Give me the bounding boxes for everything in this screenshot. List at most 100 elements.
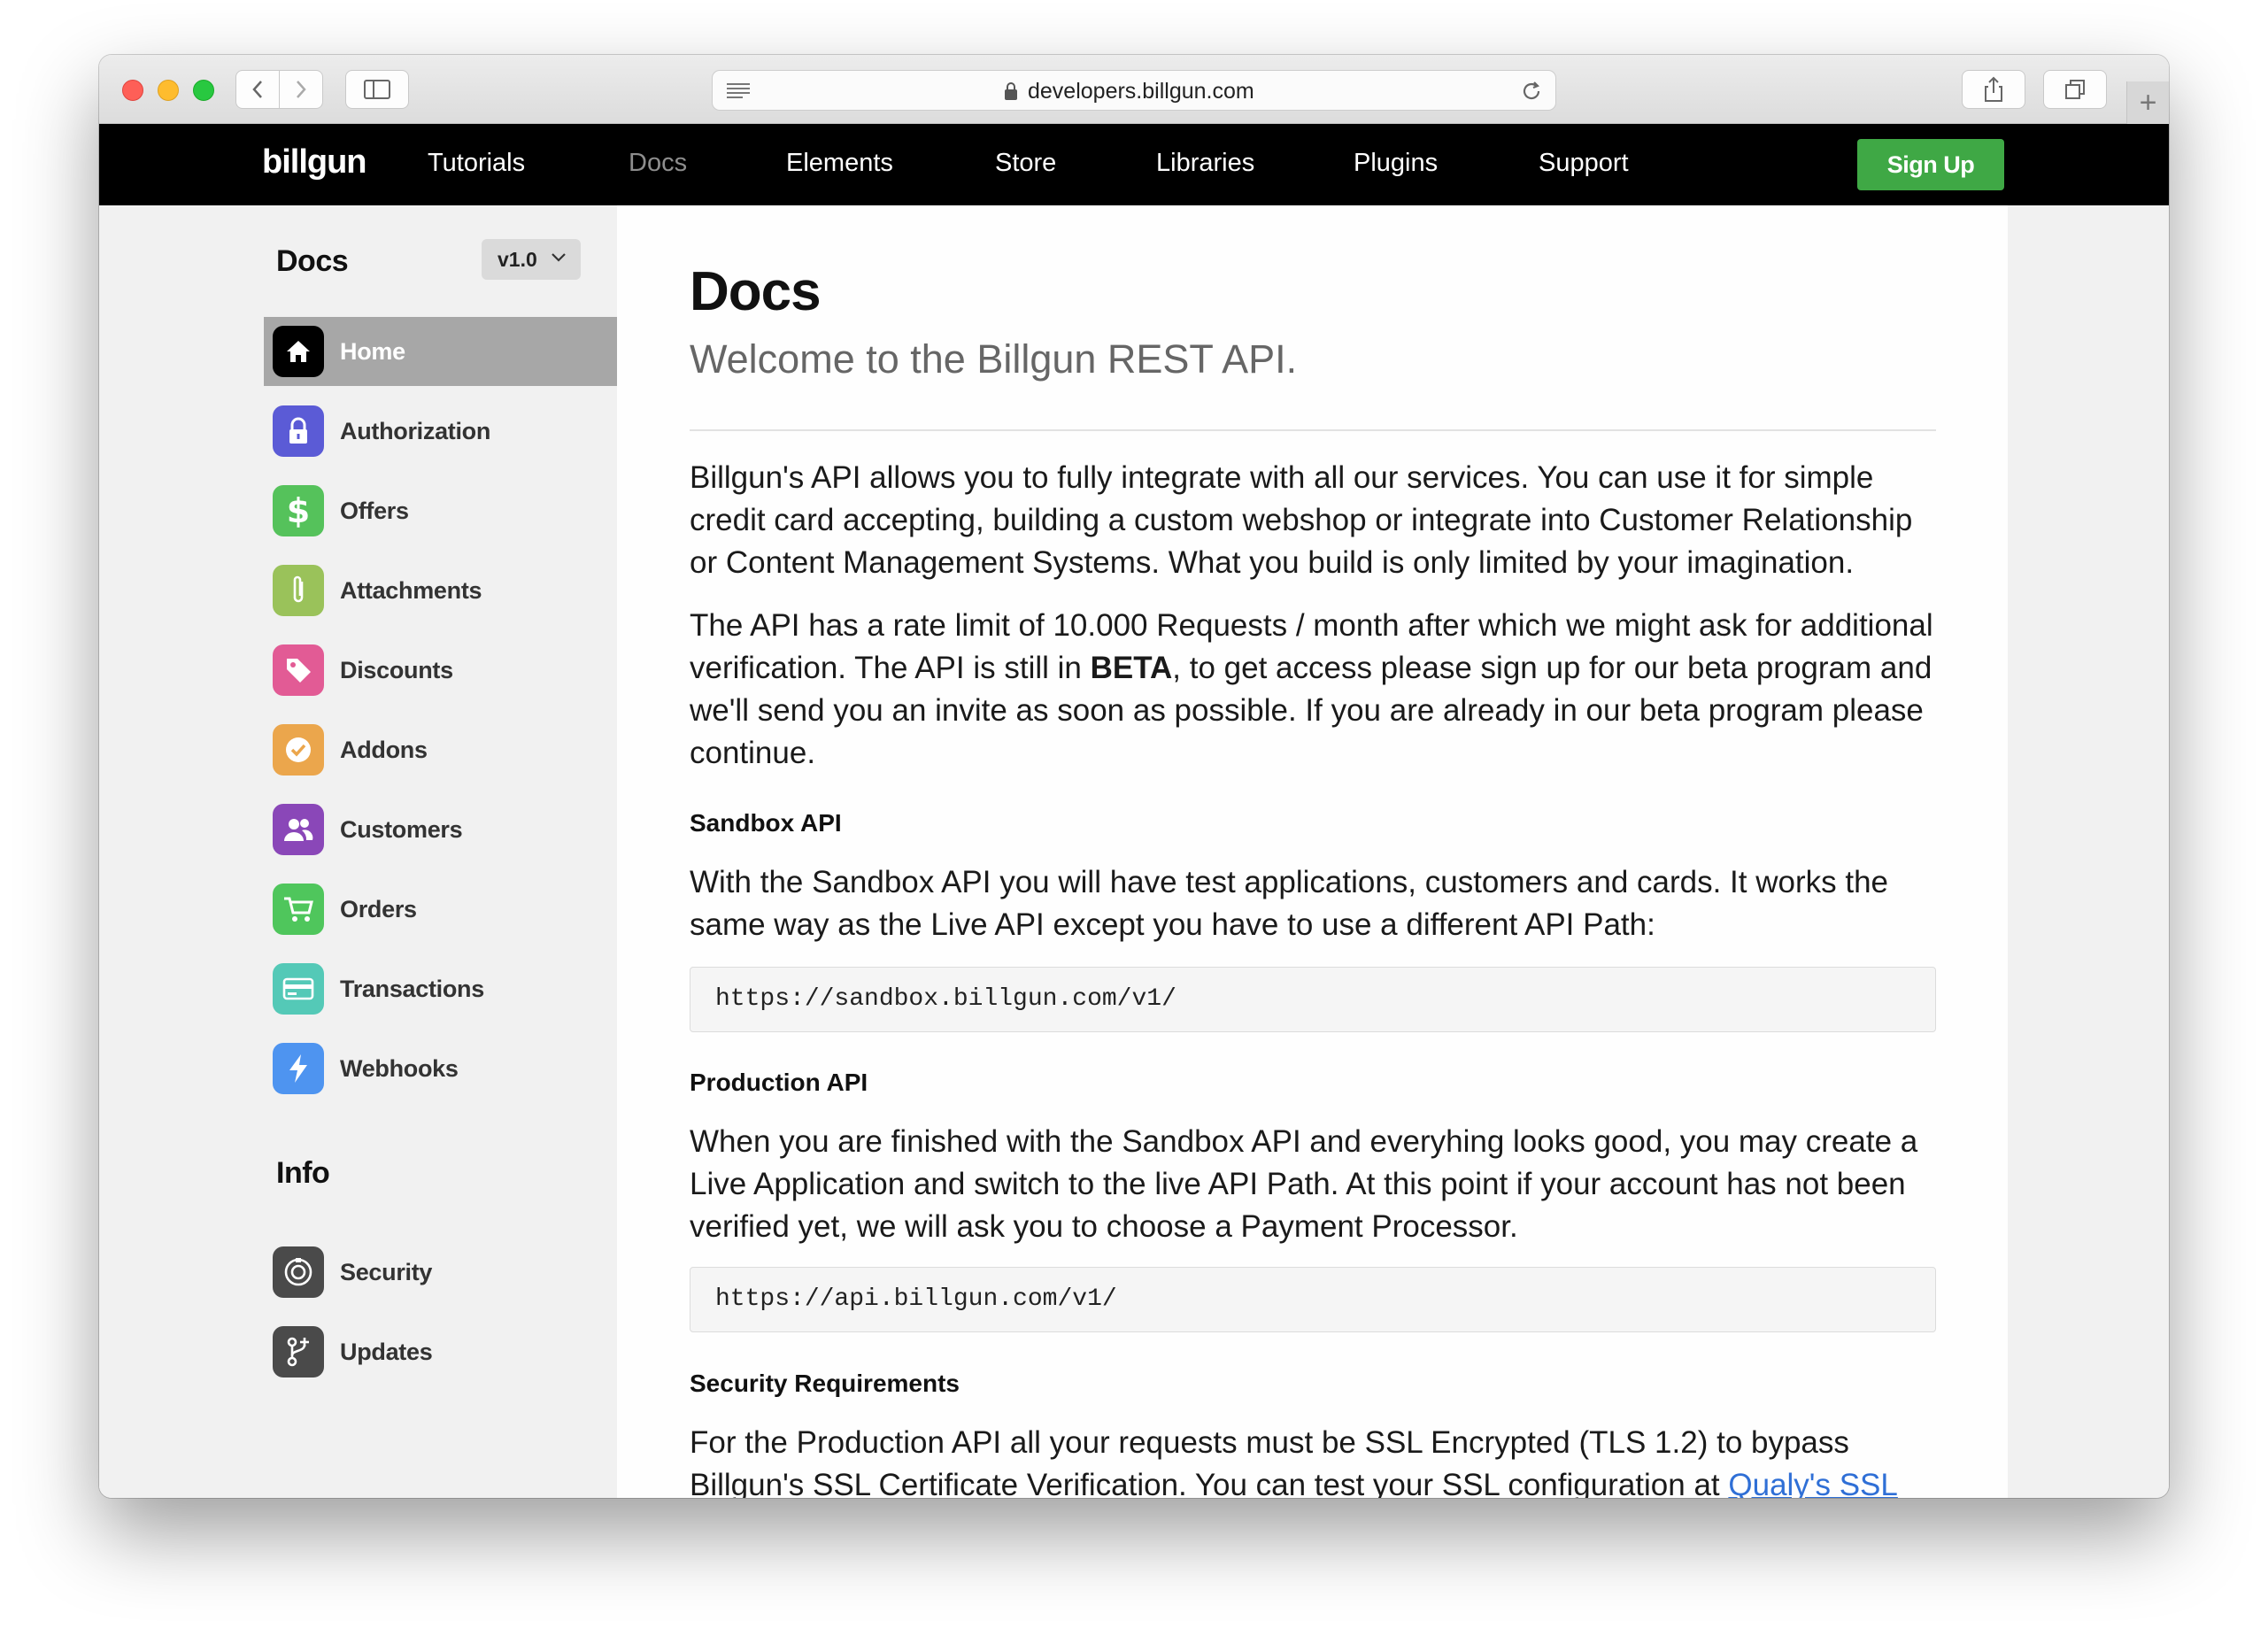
intro-line: Billgun's API allows you to fully integr… [690,460,1874,495]
plus-icon: + [2139,85,2157,120]
billgun-logo[interactable]: billgun [262,143,367,181]
home-icon [273,326,324,377]
reload-icon[interactable] [1520,80,1543,103]
sidebar-item-label: Transactions [340,975,484,1002]
production-line: verified yet, we will ask you to choose … [690,1209,1518,1244]
back-button[interactable] [235,70,280,109]
tabs-icon [2065,80,2085,99]
sandbox-line: same way as the Live API except you have… [690,907,1655,942]
sign-up-button[interactable]: Sign Up [1857,139,2004,190]
version-select[interactable]: v1.0 [482,239,581,280]
sidebar-item-label: Discounts [340,656,453,683]
minimize-window-button[interactable] [158,80,179,101]
sidebar-item-label: Addons [340,736,428,763]
nav-plugins[interactable]: Plugins [1354,149,1438,178]
sidebar-toggle-button[interactable] [345,70,409,109]
sidebar-info-title: Info [276,1156,330,1190]
sidebar-item-addons[interactable]: Addons [264,715,617,784]
sidebar-item-label: Updates [340,1338,433,1365]
rate-line: verification. The API is still in BETA, … [690,647,1936,690]
page-title: Docs [690,261,822,322]
share-button[interactable] [1962,70,2025,109]
forward-button[interactable] [279,70,323,109]
sidebar-item-label: Orders [340,895,417,922]
beta-emphasis: BETA [1090,651,1173,685]
main-content: Docs Welcome to the Billgun REST API. Bi… [617,205,2008,1498]
sandbox-paragraph: With the Sandbox API you will have test … [690,861,1936,946]
site-navbar: billgun Tutorials Docs Elements Store Li… [99,124,2169,205]
reader-view-icon[interactable] [725,81,752,99]
nav-libraries[interactable]: Libraries [1156,149,1254,178]
rate-line: continue. [690,736,816,770]
intro-line: or Content Management Systems. What you … [690,545,1855,580]
cart-icon [273,884,324,935]
sandbox-heading: Sandbox API [690,809,842,837]
rate-line: we'll send you an invite as soon as poss… [690,693,1924,728]
docs-sidebar: Docs v1.0 Home Authorization $ Offers At… [99,205,652,1498]
lock-icon [1005,82,1017,100]
qualys-ssl-link[interactable]: Qualy's SSL [1728,1468,1898,1498]
tag-icon [273,644,324,696]
chevron-right-icon [297,81,306,98]
sidebar-docs-title: Docs [276,244,349,278]
tabs-overview-button[interactable] [2043,70,2107,109]
production-line: When you are finished with the Sandbox A… [690,1124,1918,1159]
sandbox-line: With the Sandbox API you will have test … [690,865,1888,899]
sidebar-item-home[interactable]: Home [264,317,652,386]
chevron-left-icon [252,81,262,98]
sidebar-item-customers[interactable]: Customers [264,795,617,864]
production-line: Live Application and switch to the live … [690,1167,1906,1201]
nav-store[interactable]: Store [995,149,1056,178]
address-bar[interactable]: developers.billgun.com [712,70,1556,111]
version-value: v1.0 [498,247,537,271]
production-paragraph: When you are finished with the Sandbox A… [690,1121,1936,1248]
sidebar-item-label: Webhooks [340,1054,459,1082]
sidebar-item-authorization[interactable]: Authorization [264,397,617,466]
zoom-window-button[interactable] [193,80,214,101]
sidebar-item-label: Attachments [340,576,482,604]
rate-limit-paragraph: The API has a rate limit of 10.000 Reque… [690,605,1936,775]
url-text: developers.billgun.com [1028,79,1254,104]
nav-support[interactable]: Support [1539,149,1629,178]
security-line: For the Production API all your requests… [690,1425,1849,1460]
browser-toolbar: developers.billgun.com + [99,55,2169,124]
page-subtitle: Welcome to the Billgun REST API. [690,336,1298,382]
sidebar-item-label: Customers [340,815,463,843]
sidebar-item-label: Offers [340,497,409,524]
nav-elements[interactable]: Elements [786,149,893,178]
sidebar-item-discounts[interactable]: Discounts [264,636,617,705]
security-line: Billgun's SSL Certificate Verification. … [690,1464,1936,1498]
paperclip-icon [273,565,324,616]
production-url-code[interactable]: https://api.billgun.com/v1/ [690,1267,1936,1332]
rate-line: The API has a rate limit of 10.000 Reque… [690,608,1933,643]
security-heading: Security Requirements [690,1370,960,1397]
sandbox-url-code[interactable]: https://sandbox.billgun.com/v1/ [690,967,1936,1032]
chevron-down-icon [552,253,566,262]
sidebar-item-webhooks[interactable]: Webhooks [264,1034,617,1103]
branch-icon [273,1326,324,1377]
intro-paragraph: Billgun's API allows you to fully integr… [690,457,1936,584]
safe-icon [273,1246,324,1298]
security-text: Billgun's SSL Certificate Verification. … [690,1468,1729,1498]
nav-docs[interactable]: Docs [629,149,687,178]
rate-text: verification. The API is still in [690,651,1091,685]
share-icon [1985,76,2002,102]
sidebar-item-security[interactable]: Security [264,1238,617,1307]
intro-line: credit card accepting, building a custom… [690,503,1913,537]
users-icon [273,804,324,855]
sidebar-item-attachments[interactable]: Attachments [264,556,617,625]
sidebar-item-label: Authorization [340,417,491,444]
sidebar-item-transactions[interactable]: Transactions [264,954,617,1023]
sidebar-item-label: Security [340,1258,433,1285]
sidebar-item-updates[interactable]: Updates [264,1317,617,1386]
sidebar-item-offers[interactable]: $ Offers [264,476,617,545]
sidebar-icon [364,80,390,99]
check-circle-icon [273,724,324,776]
dollar-icon: $ [273,485,324,536]
new-tab-button[interactable]: + [2126,81,2169,124]
sidebar-item-orders[interactable]: Orders [264,875,617,944]
credit-card-icon [273,963,324,1015]
nav-tutorials[interactable]: Tutorials [428,149,525,178]
divider [690,429,1936,431]
close-window-button[interactable] [122,80,143,101]
